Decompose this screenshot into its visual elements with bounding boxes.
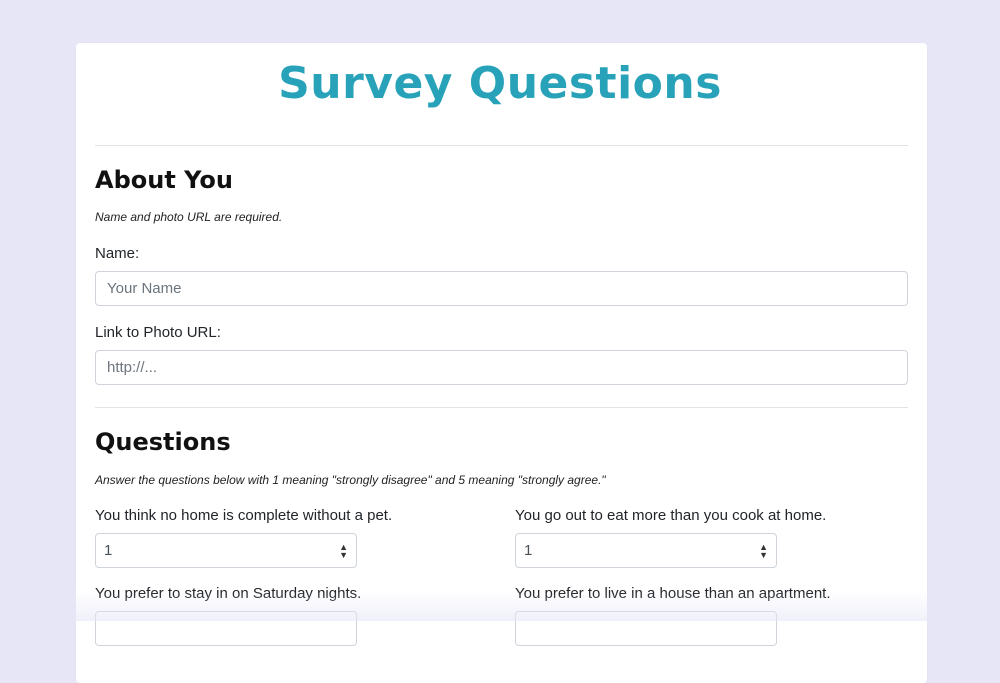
about-heading: About You — [95, 166, 233, 194]
photo-label: Link to Photo URL: — [95, 324, 221, 341]
question-label: You prefer to stay in on Saturday nights… — [95, 585, 362, 602]
questions-note: Answer the questions below with 1 meanin… — [95, 473, 606, 487]
question-select[interactable] — [95, 611, 357, 646]
divider — [95, 407, 908, 408]
select-value: 1 — [524, 542, 533, 559]
question-select[interactable]: 1 ▲ ▼ — [95, 533, 357, 568]
name-label: Name: — [95, 245, 140, 262]
questions-heading: Questions — [95, 428, 231, 456]
select-arrows-icon: ▲ ▼ — [759, 541, 768, 560]
question-select[interactable] — [515, 611, 777, 646]
select-value: 1 — [104, 542, 113, 559]
divider — [95, 145, 908, 146]
about-note: Name and photo URL are required. — [95, 210, 283, 224]
name-input[interactable] — [95, 271, 908, 306]
question-select[interactable]: 1 ▲ ▼ — [515, 533, 777, 568]
photo-url-input[interactable] — [95, 350, 908, 385]
question-label: You prefer to live in a house than an ap… — [515, 585, 831, 602]
question-label: You think no home is complete without a … — [95, 507, 393, 524]
question-label: You go out to eat more than you cook at … — [515, 507, 827, 524]
select-arrows-icon: ▲ ▼ — [339, 541, 348, 560]
page-title: Survey Questions — [278, 58, 722, 109]
